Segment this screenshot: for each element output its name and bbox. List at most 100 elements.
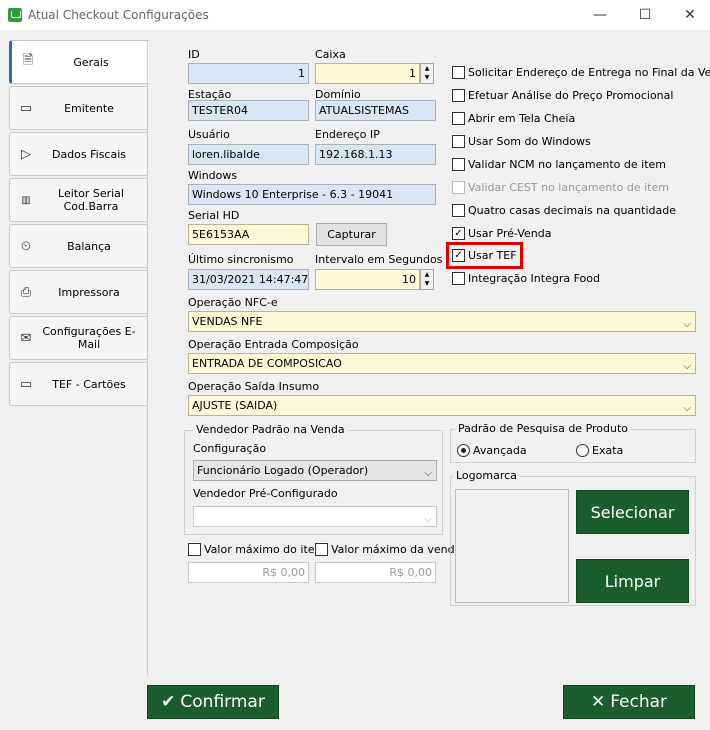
checkbox-validar-ncm[interactable]: Validar NCM no lançamento de item — [452, 158, 666, 171]
checkbox-endereco-entrega[interactable]: Solicitar Endereço de Entrega no Final d… — [452, 66, 710, 79]
checkbox-box — [452, 181, 465, 194]
radio-button[interactable] — [457, 444, 470, 457]
checkbox-box[interactable] — [452, 158, 465, 171]
checkbox-tela-cheia[interactable]: Abrir em Tela Cheia — [452, 112, 575, 125]
intervalo-label: Intervalo em Segundos — [315, 253, 443, 266]
fechar-button[interactable]: ✕ Fechar — [563, 685, 695, 719]
ultimo-sincronismo-field[interactable]: 31/03/2021 14:47:47 — [188, 269, 309, 290]
confirmar-label: Confirmar — [180, 692, 265, 712]
confirmar-button[interactable]: ✔ Confirmar — [147, 685, 279, 719]
estacao-field[interactable]: TESTER04 — [188, 100, 309, 121]
card-icon: ▭ — [19, 100, 33, 116]
tab-impressora[interactable]: ⎙ Impressora — [9, 270, 148, 314]
tab-gerais[interactable]: 🗎 Gerais — [9, 40, 149, 84]
checkbox-label: Abrir em Tela Cheia — [468, 112, 576, 125]
tab-config-email[interactable]: ✉ Configurações E-Mail — [9, 316, 148, 360]
checkbox-box[interactable] — [452, 204, 465, 217]
checkbox-quatro-casas[interactable]: Quatro casas decimais na quantidade — [452, 204, 676, 217]
checkbox-box[interactable] — [452, 272, 465, 285]
radio-button[interactable] — [576, 444, 589, 457]
panel-divider — [147, 40, 148, 675]
selecionar-button[interactable]: Selecionar — [576, 490, 689, 534]
tab-label: Balança — [67, 239, 111, 253]
checkbox-box[interactable] — [315, 543, 328, 556]
checkbox-box[interactable] — [452, 89, 465, 102]
windows-label: Windows — [188, 169, 238, 182]
windows-field[interactable]: Windows 10 Enterprise - 6.3 - 19041 — [188, 184, 436, 205]
checkbox-box[interactable] — [452, 112, 465, 125]
close-button[interactable]: ✕ — [675, 4, 705, 26]
x-icon: ✕ — [590, 692, 606, 712]
checkbox-box[interactable] — [452, 66, 465, 79]
serial-hd-field[interactable]: 5E6153AA — [188, 224, 309, 245]
intervalo-stepper[interactable]: ▲ ▼ — [420, 269, 434, 290]
checkbox-label: Efetuar Análise do Preço Promocional — [468, 89, 674, 102]
tab-dados-fiscais[interactable]: ▷ Dados Fiscais — [9, 132, 148, 176]
capturar-button[interactable]: Capturar — [316, 223, 387, 246]
checkbox-validar-cest: Validar CEST no lançamento de item — [452, 181, 669, 194]
id-field[interactable]: 1 — [188, 63, 309, 84]
vendedor-group-title: Vendedor Padrão na Venda — [193, 423, 348, 436]
checkbox-box[interactable] — [188, 543, 201, 556]
ultimo-sincronismo-label: Último sincronismo — [188, 253, 294, 266]
limpar-button[interactable]: Limpar — [576, 559, 689, 603]
checkbox-preco-promocional[interactable]: Efetuar Análise do Preço Promocional — [452, 89, 673, 102]
valor-max-venda-field[interactable]: R$ 0,00 — [315, 562, 436, 583]
radio-avancada[interactable]: Avançada — [457, 444, 527, 457]
radio-exata[interactable]: Exata — [576, 444, 623, 457]
select-value: VENDAS NFE — [192, 315, 263, 328]
operacao-saida-label: Operação Saída Insumo — [188, 380, 320, 393]
chevron-down-icon: ⌵ — [683, 319, 691, 330]
scale-icon: ⏲ — [20, 238, 32, 254]
radio-label: Avançada — [473, 444, 527, 457]
valor-max-item-field[interactable]: R$ 0,00 — [188, 562, 309, 583]
checkbox-integra-food[interactable]: Integração Integra Food — [452, 272, 600, 285]
operacao-nfce-select[interactable]: VENDAS NFE ⌵ — [188, 311, 696, 332]
document-icon: 🗎 — [22, 53, 34, 68]
chevron-down-icon: ⌵ — [424, 468, 432, 479]
tab-label: Leitor Serial Cod.Barra — [58, 187, 124, 213]
minimize-button[interactable]: — — [585, 4, 615, 26]
logomarca-group-title: Logomarca — [453, 469, 520, 482]
mail-icon: ✉ — [20, 330, 32, 346]
flag-icon: ▷ — [21, 146, 31, 162]
barcode-icon: ▥ — [21, 194, 31, 206]
checkmark-icon[interactable]: ✓ — [452, 249, 465, 262]
checkbox-som-windows[interactable]: Usar Som do Windows — [452, 135, 591, 148]
checkbox-valor-max-venda[interactable]: Valor máximo da venda — [315, 543, 461, 556]
operacao-saida-select[interactable]: AJUSTE (SAIDA) ⌵ — [188, 395, 696, 416]
dominio-field[interactable]: ATUALSISTEMAS — [315, 100, 436, 121]
tab-balanca[interactable]: ⏲ Balança — [9, 224, 148, 268]
intervalo-field[interactable]: 10 — [315, 269, 420, 290]
tab-leitor-serial[interactable]: ▥ Leitor Serial Cod.Barra — [9, 178, 148, 222]
checkbox-label: Valor máximo da venda — [331, 543, 462, 556]
checkbox-label: Quatro casas decimais na quantidade — [468, 204, 676, 217]
tab-tef-cartoes[interactable]: ▭ TEF - Cartões — [9, 362, 148, 406]
usuario-field[interactable]: loren.libalde — [188, 144, 309, 165]
checkbox-valor-max-item[interactable]: Valor máximo do item — [188, 543, 325, 556]
checkbox-box[interactable] — [452, 135, 465, 148]
radio-label: Exata — [592, 444, 624, 457]
tab-label: Impressora — [58, 285, 120, 299]
checkbox-pre-venda[interactable]: ✓ Usar Pré-Venda — [452, 227, 552, 240]
card-icon: ▭ — [19, 376, 33, 392]
id-label: ID — [188, 48, 200, 61]
configuracao-select[interactable]: Funcionário Logado (Operador) ⌵ — [193, 460, 437, 481]
tab-label: Gerais — [73, 55, 109, 69]
configuracao-label: Configuração — [193, 442, 267, 455]
endereco-ip-field[interactable]: 192.168.1.13 — [315, 144, 436, 165]
tab-emitente[interactable]: ▭ Emitente — [9, 86, 148, 130]
maximize-button[interactable]: ☐ — [630, 4, 660, 26]
caixa-stepper[interactable]: ▲ ▼ — [420, 63, 434, 84]
checkbox-label: Validar CEST no lançamento de item — [468, 181, 669, 194]
pesquisa-group-title: Padrão de Pesquisa de Produto — [455, 422, 632, 435]
caixa-field[interactable]: 1 — [315, 63, 420, 84]
operacao-entrada-select[interactable]: ENTRADA DE COMPOSICAO ⌵ — [188, 353, 696, 374]
endereco-ip-label: Endereço IP — [315, 128, 380, 141]
checkmark-icon[interactable]: ✓ — [452, 227, 465, 240]
vendedor-preconf-select[interactable]: ⌵ — [193, 506, 437, 527]
operacao-entrada-label: Operação Entrada Composição — [188, 338, 359, 351]
logo-preview — [455, 489, 569, 603]
app-cart-icon — [8, 8, 22, 22]
checkbox-usar-tef[interactable]: ✓ Usar TEF — [452, 249, 517, 262]
